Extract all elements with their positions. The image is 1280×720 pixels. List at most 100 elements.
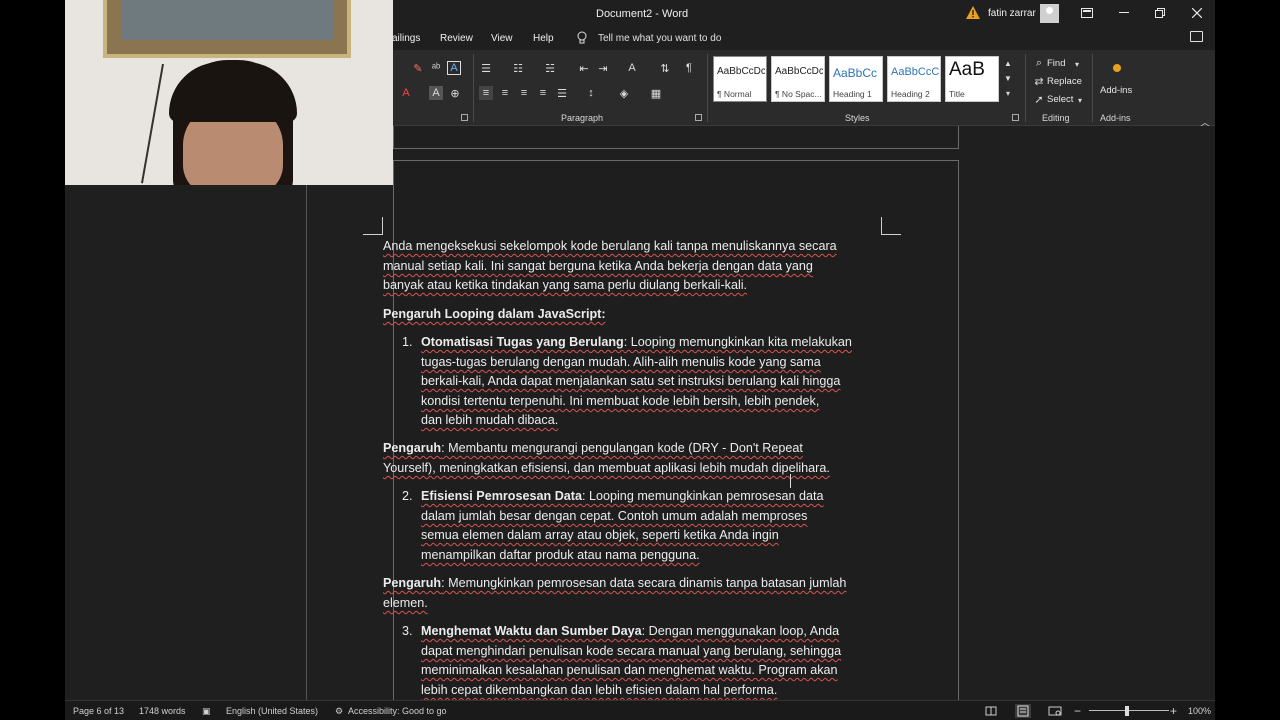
maximize-icon[interactable] [1149, 4, 1171, 22]
ribbon-display-options-icon[interactable] [1076, 4, 1098, 22]
asian-layout-icon[interactable]: A [625, 61, 639, 75]
accessibility-icon: ⚙ [335, 706, 344, 716]
comments-icon[interactable] [1190, 31, 1203, 42]
accessibility-status[interactable]: Accessibility: Good to go [348, 706, 447, 716]
list-number: 3. [402, 624, 413, 638]
warning-icon[interactable] [966, 6, 980, 24]
page-count[interactable]: Page 6 of 13 [73, 706, 124, 716]
styles-gallery: AaBbCcDc ¶ Normal AaBbCcDc ¶ No Spac... … [713, 56, 1014, 102]
print-layout-icon[interactable] [1015, 704, 1031, 718]
distributed-icon[interactable]: ☰ [555, 86, 569, 100]
effect-line[interactable]: Pengaruh: Memungkinkan pemrosesan data s… [383, 574, 846, 594]
style-heading-1[interactable]: AaBbCc Heading 1 [829, 56, 883, 102]
zoom-out-icon[interactable]: − [1074, 704, 1081, 718]
body-line[interactable]: lebih cepat dikembangkan dan lebih efisi… [421, 681, 777, 701]
zoom-slider-thumb[interactable] [1125, 706, 1129, 716]
show-formatting-icon[interactable]: ¶ [682, 61, 696, 75]
styles-dialog-launcher[interactable] [1012, 114, 1019, 121]
style-normal[interactable]: AaBbCcDc ¶ Normal [713, 56, 767, 102]
editing-group-label: Editing [1042, 113, 1070, 123]
paragraph-dialog-launcher[interactable] [695, 114, 702, 121]
style-no-spacing[interactable]: AaBbCcDc ¶ No Spac... [771, 56, 825, 102]
zoom-slider[interactable] [1089, 710, 1169, 711]
text-effects-icon[interactable]: A [447, 61, 461, 75]
list-number: 1. [402, 335, 413, 349]
list-item-title: Menghemat Waktu dan Sumber Daya [421, 624, 642, 638]
body-line[interactable]: kondisi tertentu terpenuhi. Ini membuat … [421, 392, 819, 412]
find-button[interactable]: Find [1047, 58, 1065, 69]
tab-view[interactable]: View [491, 33, 513, 44]
tell-me-search[interactable]: Tell me what you want to do [598, 33, 721, 44]
borders-icon[interactable]: ▦ [649, 86, 663, 100]
mouse-cursor [790, 474, 791, 488]
shading-icon[interactable]: ◈ [617, 86, 631, 100]
find-dropdown-icon[interactable]: ▾ [1070, 57, 1084, 71]
body-line[interactable]: menampilkan daftar produk atau nama peng… [421, 546, 700, 566]
increase-indent-icon[interactable]: ⇥ [596, 61, 610, 75]
tab-review[interactable]: Review [440, 33, 473, 44]
body-line[interactable]: banyak atau ketika tindakan yang sama pe… [383, 276, 747, 296]
word-count[interactable]: 1748 words [139, 706, 186, 716]
styles-more-icon[interactable]: ▾ [1001, 86, 1015, 100]
effect-line[interactable]: Pengaruh: Membantu mengurangi pengulanga… [383, 439, 803, 459]
line-spacing-icon[interactable]: ↕ [584, 86, 598, 100]
minimize-icon[interactable] [1113, 4, 1135, 22]
list-item[interactable]: Otomatisasi Tugas yang Berulang: Looping… [421, 333, 852, 353]
character-shading-icon[interactable]: A [429, 86, 443, 100]
styles-scroll-down-icon[interactable]: ▼ [1001, 71, 1015, 85]
tab-mailings[interactable]: ailings [392, 33, 420, 44]
body-line[interactable]: tugas-tugas berulang dengan mudah. Alih-… [421, 353, 821, 373]
select-button[interactable]: Select [1047, 94, 1073, 105]
align-center-icon[interactable]: ≡ [498, 86, 512, 100]
highlight-icon[interactable]: ✎ [411, 61, 425, 75]
avatar[interactable] [1040, 4, 1059, 23]
previous-page-bottom [393, 126, 959, 149]
zoom-level[interactable]: 100% [1188, 706, 1211, 716]
body-line[interactable]: elemen. [383, 594, 428, 614]
lightbulb-icon[interactable] [577, 31, 587, 50]
clear-formatting-icon[interactable]: ᵃᵇ [429, 61, 443, 75]
font-dialog-launcher[interactable] [461, 114, 468, 121]
body-line[interactable]: berkali-kali, Anda dapat menjalankan sat… [421, 372, 840, 392]
addins-button[interactable]: Add-ins [1100, 85, 1132, 96]
body-line[interactable]: dapat menghindari penulisan kode secara … [421, 642, 841, 662]
language[interactable]: English (United States) [226, 706, 318, 716]
document-title: Document2 - Word [596, 8, 689, 20]
enclose-characters-icon[interactable]: ⊕ [448, 86, 462, 100]
list-item[interactable]: Efisiensi Pemrosesan Data: Looping memun… [421, 487, 824, 507]
align-left-icon[interactable]: ≡ [479, 86, 493, 100]
body-line[interactable]: Yourself), meningkatkan efisiensi, dan m… [383, 459, 830, 479]
font-color-icon[interactable]: A [399, 86, 413, 100]
body-line[interactable]: dan lebih mudah dibaca. [421, 411, 558, 431]
select-dropdown-icon[interactable]: ▾ [1073, 93, 1087, 107]
body-line[interactable]: Anda mengeksekusi sekelompok kode berula… [383, 237, 837, 257]
proofing-icon[interactable]: ▣ [202, 706, 211, 717]
numbering-icon[interactable]: ☷ [511, 61, 525, 75]
decrease-indent-icon[interactable]: ⇤ [577, 61, 591, 75]
tab-help[interactable]: Help [533, 33, 554, 44]
style-heading-2[interactable]: AaBbCcC Heading 2 [887, 56, 941, 102]
sort-icon[interactable]: ⇅ [658, 61, 672, 75]
style-title[interactable]: AaB Title [945, 56, 999, 102]
margin-corner-mark [363, 217, 383, 235]
body-line[interactable]: meminimalkan kesalahan penulisan dan men… [421, 661, 838, 681]
bullets-icon[interactable]: ☰ [479, 61, 493, 75]
web-layout-icon[interactable] [1047, 704, 1063, 718]
read-mode-icon[interactable] [983, 704, 999, 718]
styles-scroll-up-icon[interactable]: ▲ [1001, 56, 1015, 70]
multilevel-list-icon[interactable]: ☵ [543, 61, 557, 75]
addins-icon[interactable] [1113, 64, 1121, 72]
close-icon[interactable] [1186, 4, 1208, 22]
body-line[interactable]: manual setiap kali. Ini sangat berguna k… [383, 257, 813, 277]
select-icon: ➚ [1034, 93, 1044, 106]
user-name[interactable]: fatin zarrar [988, 8, 1036, 19]
list-item[interactable]: Menghemat Waktu dan Sumber Daya: Dengan … [421, 622, 839, 642]
body-line[interactable]: semua elemen dalam array atau objek, sep… [421, 526, 779, 546]
section-heading[interactable]: Pengaruh Looping dalam JavaScript: [383, 305, 606, 325]
justify-icon[interactable]: ≡ [536, 86, 550, 100]
zoom-in-icon[interactable]: + [1170, 704, 1177, 718]
list-number: 2. [402, 489, 413, 503]
body-line[interactable]: dalam jumlah besar dengan cepat. Contoh … [421, 507, 807, 527]
replace-button[interactable]: Replace [1047, 76, 1082, 87]
align-right-icon[interactable]: ≡ [517, 86, 531, 100]
